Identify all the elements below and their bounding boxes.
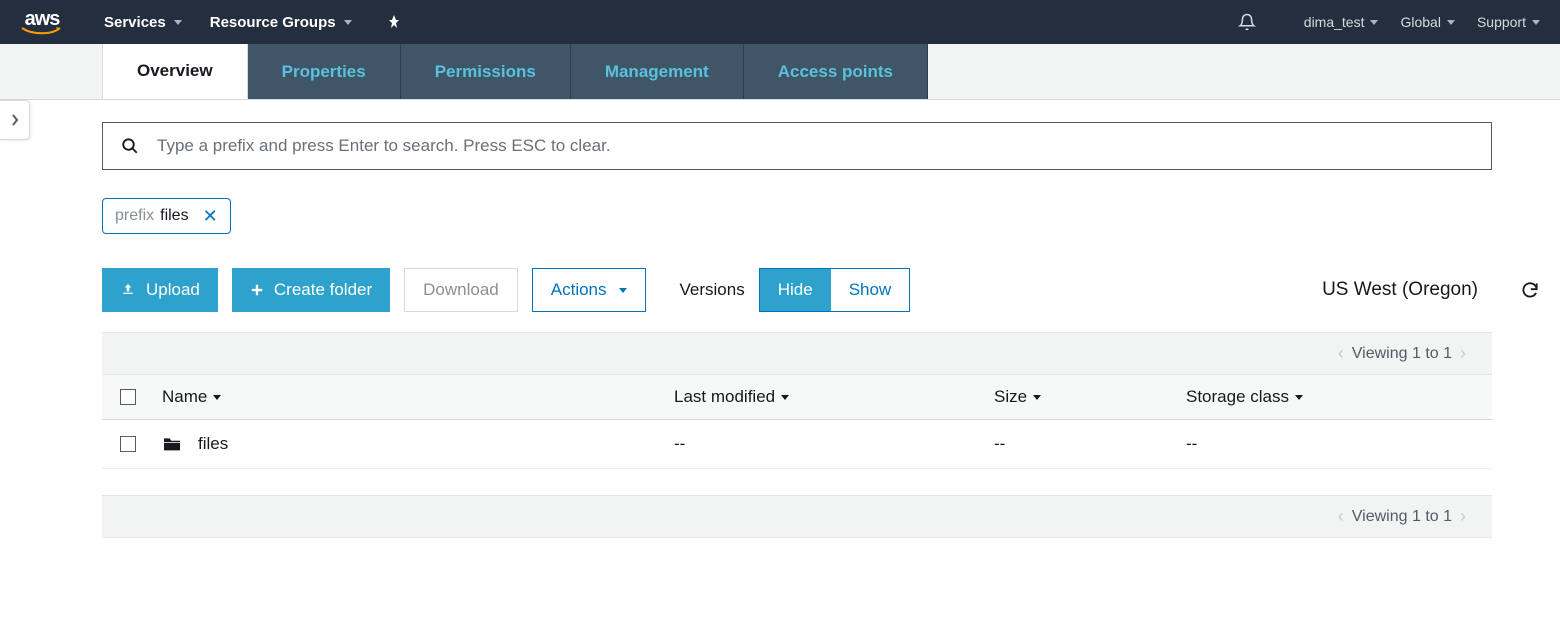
support-menu[interactable]: Support <box>1477 14 1540 30</box>
prefix-filter-label: prefix <box>115 207 154 225</box>
pin-icon[interactable] <box>386 14 402 30</box>
tab-permissions[interactable]: Permissions <box>401 44 571 99</box>
search-input[interactable] <box>157 136 1473 156</box>
header-storage-class[interactable]: Storage class <box>1186 387 1289 407</box>
content-area: prefix files ✕ Upload Create folder Down… <box>0 100 1560 558</box>
top-nav: aws Services Resource Groups dima_test G… <box>0 0 1560 44</box>
pager-next-icon[interactable]: › <box>1460 506 1466 527</box>
bucket-region-text: US West (Oregon) <box>1322 279 1478 301</box>
table-header: Name Last modified Size Storage class <box>102 375 1492 420</box>
notifications-icon[interactable] <box>1238 13 1256 31</box>
clear-filter-button[interactable]: ✕ <box>203 207 218 225</box>
tab-management[interactable]: Management <box>571 44 744 99</box>
sort-caret-icon <box>1295 395 1303 400</box>
caret-down-icon <box>1532 20 1540 25</box>
aws-smile-icon <box>20 27 64 35</box>
prefix-filter-value: files <box>160 207 188 225</box>
prefix-filter-chip: prefix files ✕ <box>102 198 231 234</box>
caret-down-icon <box>174 20 182 25</box>
pager-next-icon[interactable]: › <box>1460 343 1466 364</box>
sort-caret-icon <box>213 395 221 400</box>
search-bar <box>102 122 1492 170</box>
row-last-modified: -- <box>674 434 685 454</box>
row-size: -- <box>994 434 1005 454</box>
services-menu[interactable]: Services <box>104 14 182 31</box>
caret-down-icon <box>1370 20 1378 25</box>
pager-prev-icon[interactable]: ‹ <box>1338 343 1344 364</box>
sort-caret-icon <box>1033 395 1041 400</box>
pager-top: ‹ Viewing 1 to 1 › <box>102 332 1492 375</box>
versions-toggle: Hide Show <box>759 268 911 312</box>
resource-groups-label: Resource Groups <box>210 14 336 31</box>
pager-prev-icon[interactable]: ‹ <box>1338 506 1344 527</box>
account-label: dima_test <box>1304 14 1365 30</box>
caret-down-icon <box>1447 20 1455 25</box>
actions-menu[interactable]: Actions <box>532 268 646 312</box>
versions-show-button[interactable]: Show <box>831 269 910 311</box>
header-size[interactable]: Size <box>994 387 1027 407</box>
tab-bar: Overview Properties Permissions Manageme… <box>0 44 1560 100</box>
pager-bottom: ‹ Viewing 1 to 1 › <box>102 495 1492 538</box>
create-folder-button[interactable]: Create folder <box>232 268 390 312</box>
resource-groups-menu[interactable]: Resource Groups <box>210 14 352 31</box>
toolbar: Upload Create folder Download Actions Ve… <box>102 268 1540 312</box>
upload-icon <box>120 282 136 298</box>
upload-button[interactable]: Upload <box>102 268 218 312</box>
caret-down-icon <box>344 20 352 25</box>
object-table: ‹ Viewing 1 to 1 › Name Last modified Si… <box>102 332 1492 538</box>
header-last-modified[interactable]: Last modified <box>674 387 775 407</box>
folder-icon <box>162 436 182 452</box>
download-label: Download <box>423 280 499 300</box>
row-name: files <box>198 434 228 454</box>
plus-icon <box>250 283 264 297</box>
sort-caret-icon <box>781 395 789 400</box>
select-all-checkbox[interactable] <box>120 389 136 405</box>
tab-access-points[interactable]: Access points <box>744 44 928 99</box>
versions-hide-button[interactable]: Hide <box>760 269 831 311</box>
services-label: Services <box>104 14 166 31</box>
actions-label: Actions <box>551 280 607 300</box>
header-name[interactable]: Name <box>162 387 207 407</box>
aws-logo-text: aws <box>25 9 60 29</box>
region-label: Global <box>1400 14 1440 30</box>
table-row[interactable]: files -- -- -- <box>102 420 1492 469</box>
create-folder-label: Create folder <box>274 280 372 300</box>
pager-text: Viewing 1 to 1 <box>1352 508 1452 526</box>
row-checkbox[interactable] <box>120 436 136 452</box>
versions-label: Versions <box>680 280 745 300</box>
tab-properties[interactable]: Properties <box>248 44 401 99</box>
search-icon <box>121 137 139 155</box>
caret-down-icon <box>619 288 627 293</box>
row-storage-class: -- <box>1186 434 1197 454</box>
refresh-button[interactable] <box>1520 280 1540 300</box>
support-label: Support <box>1477 14 1526 30</box>
refresh-icon <box>1520 280 1540 300</box>
region-menu[interactable]: Global <box>1400 14 1454 30</box>
download-button: Download <box>404 268 518 312</box>
account-menu[interactable]: dima_test <box>1304 14 1379 30</box>
sidebar-expand-handle[interactable] <box>0 100 30 140</box>
aws-logo[interactable]: aws <box>20 9 64 35</box>
upload-label: Upload <box>146 280 200 300</box>
pager-text: Viewing 1 to 1 <box>1352 345 1452 363</box>
tab-overview[interactable]: Overview <box>102 44 248 99</box>
chevron-right-icon <box>11 114 19 126</box>
